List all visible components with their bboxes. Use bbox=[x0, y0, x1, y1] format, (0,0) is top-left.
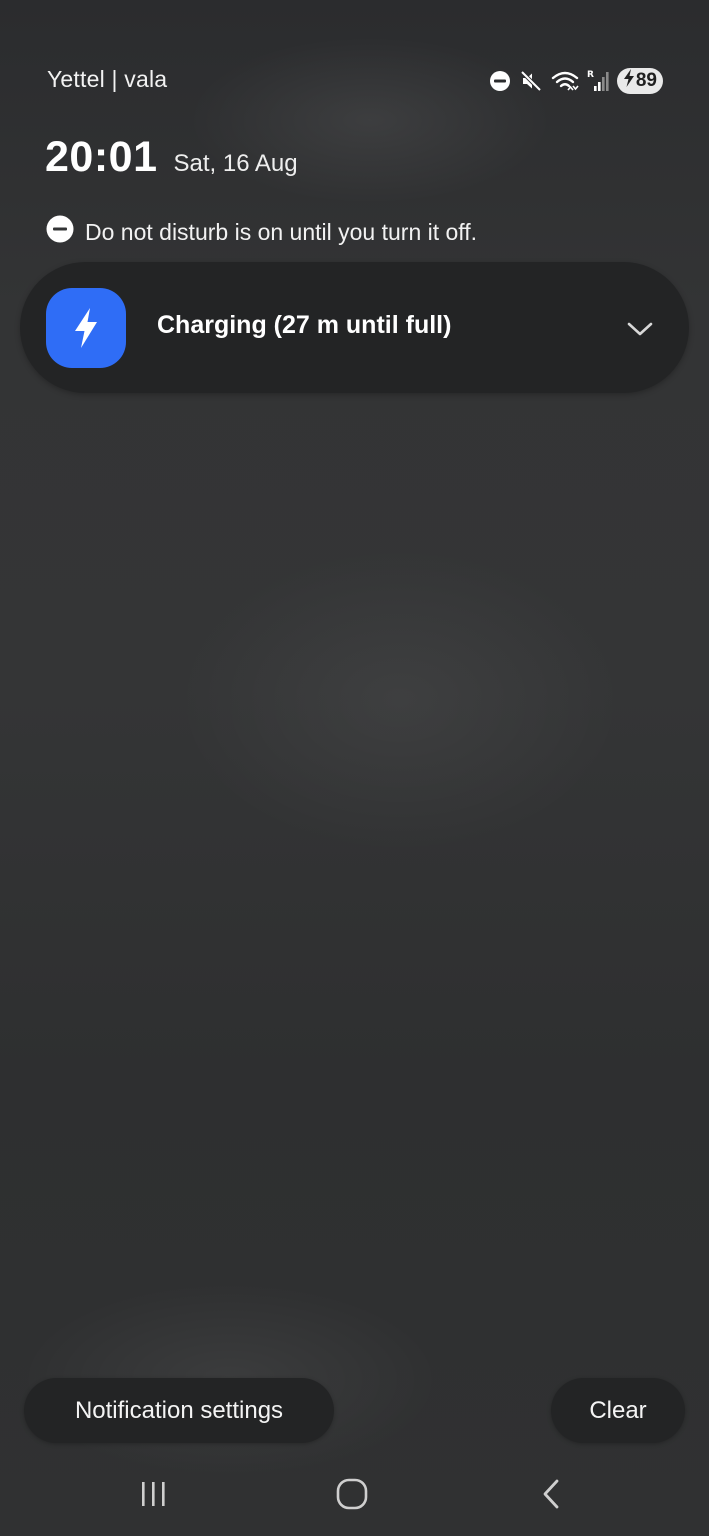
clear-button[interactable]: Clear bbox=[551, 1378, 685, 1443]
chevron-down-icon[interactable] bbox=[625, 314, 655, 344]
mute-icon bbox=[519, 69, 543, 93]
signal-icon: R bbox=[587, 68, 609, 94]
home-button[interactable] bbox=[327, 1474, 377, 1518]
dnd-icon bbox=[46, 215, 74, 249]
dnd-banner[interactable]: Do not disturb is on until you turn it o… bbox=[46, 215, 477, 249]
battery-level: 89 bbox=[635, 70, 657, 91]
recents-icon bbox=[137, 1480, 169, 1513]
recents-button[interactable] bbox=[128, 1474, 178, 1518]
clock-time[interactable]: 20:01 bbox=[45, 133, 157, 182]
navigation-bar bbox=[0, 1460, 709, 1530]
home-icon bbox=[335, 1477, 369, 1516]
notification-card-charging[interactable]: Charging (27 m until full) bbox=[20, 262, 689, 393]
wifi-icon bbox=[551, 69, 579, 93]
clock-row: 20:01 Sat, 16 Aug bbox=[45, 133, 298, 182]
status-bar: Yettel | vala R 89 bbox=[0, 0, 709, 120]
back-button[interactable] bbox=[526, 1474, 576, 1518]
dnd-icon bbox=[489, 70, 511, 92]
notification-title: Charging (27 m until full) bbox=[157, 311, 452, 339]
dnd-text: Do not disturb is on until you turn it o… bbox=[85, 218, 478, 245]
notification-settings-button[interactable]: Notification settings bbox=[24, 1378, 334, 1443]
clock-date[interactable]: Sat, 16 Aug bbox=[173, 150, 297, 178]
carrier-label: Yettel | vala bbox=[47, 66, 168, 92]
charging-bolt-icon bbox=[623, 69, 635, 93]
battery-indicator: 89 bbox=[616, 68, 663, 94]
back-icon bbox=[539, 1478, 563, 1515]
status-icons: R 89 bbox=[489, 66, 663, 96]
svg-text:R: R bbox=[587, 70, 594, 80]
lightning-icon bbox=[46, 288, 126, 368]
